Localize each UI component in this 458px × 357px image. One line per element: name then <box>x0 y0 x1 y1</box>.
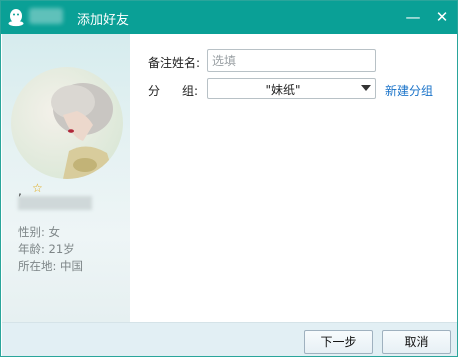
minimize-icon[interactable]: — <box>403 7 423 27</box>
next-step-button[interactable]: 下一步 <box>304 330 373 354</box>
title-bar[interactable]: 添加好友 — ✕ <box>1 1 457 34</box>
add-friend-dialog: 添加好友 — ✕ , ☆ 性别: 女 年龄: 21岁 所在地: 中国 备注姓名:… <box>0 0 458 357</box>
group-select[interactable]: "妹纸" <box>207 78 376 99</box>
account-number-blur <box>18 196 92 210</box>
new-group-link[interactable]: 新建分组 <box>385 82 433 99</box>
profile-panel: , ☆ 性别: 女 年龄: 21岁 所在地: 中国 <box>2 34 130 322</box>
age-text: 年龄: 21岁 <box>18 242 75 256</box>
dropdown-arrow-icon[interactable] <box>361 85 371 91</box>
remark-label: 备注姓名: <box>148 56 201 70</box>
qq-penguin-icon <box>7 8 25 27</box>
remark-input[interactable] <box>207 49 376 72</box>
dialog-footer: 下一步 取消 <box>2 322 457 356</box>
group-label-part1: 分 <box>148 84 161 98</box>
group-selected-value: "妹纸" <box>265 83 301 97</box>
window-title: 添加好友 <box>77 13 130 28</box>
star-icon: ☆ <box>32 181 43 195</box>
gender-text: 性别: 女 <box>18 225 61 239</box>
title-account-blur <box>29 8 63 24</box>
avatar <box>11 67 123 179</box>
location-text: 所在地: 中国 <box>18 259 84 273</box>
cancel-button[interactable]: 取消 <box>382 330 451 354</box>
group-label-part2: 组: <box>182 84 199 98</box>
close-icon[interactable]: ✕ <box>432 7 452 27</box>
